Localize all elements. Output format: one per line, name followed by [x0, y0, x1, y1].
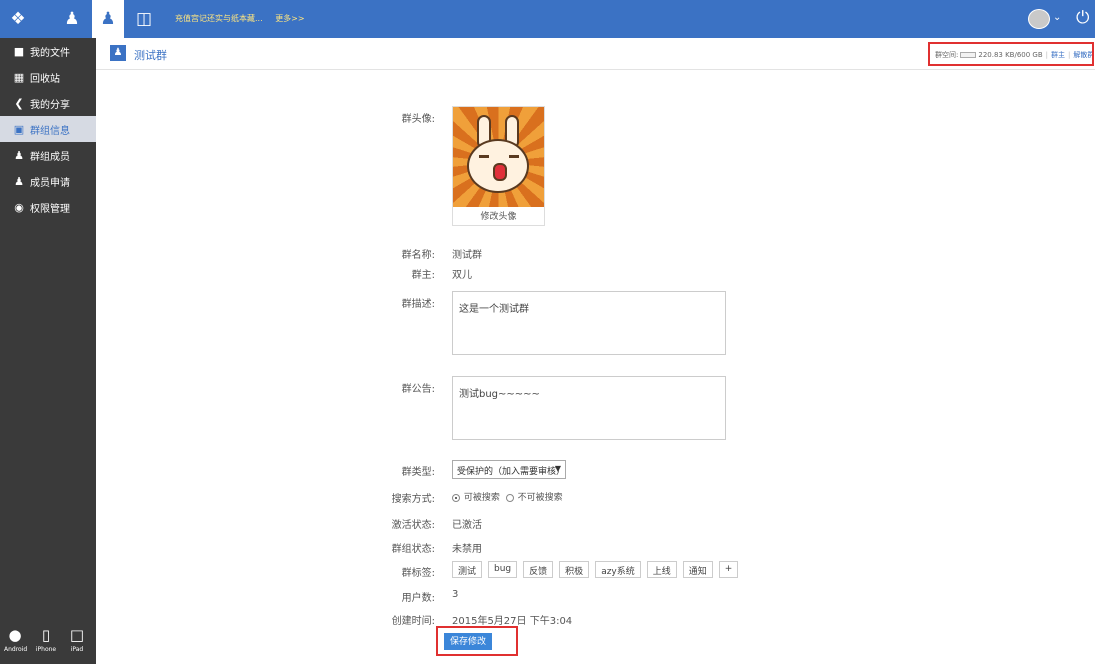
- sidebar-item-group-members[interactable]: ♟ 群组成员: [0, 142, 96, 168]
- created-time-label: 创建时间:: [391, 616, 435, 627]
- phone-icon: ▯: [41, 626, 51, 644]
- search-mode-radios: 可被搜索 不可被搜索: [452, 490, 563, 503]
- group-type-value: 受保护的（加入需要审核）: [457, 467, 566, 477]
- android-icon: ●: [8, 626, 22, 644]
- group-badge-icon: ♟: [110, 45, 126, 61]
- folder-icon: ■: [13, 44, 25, 58]
- activation-value: 已激活: [452, 520, 482, 531]
- tag-item[interactable]: azy系统: [595, 561, 641, 578]
- save-button[interactable]: 保存修改: [444, 633, 492, 650]
- space-usage-box: 群空间: 220.83 KB/600 GB | 群主 | 解散群: [928, 42, 1094, 66]
- tag-list: 测试 bug 反馈 积极 azy系统 上线 通知 +: [452, 561, 739, 578]
- dissolve-group-link[interactable]: 解散群: [1073, 51, 1092, 59]
- sidebar-item-permissions[interactable]: ◉ 权限管理: [0, 194, 96, 220]
- space-progress-bar: [960, 52, 977, 58]
- searchable-radio[interactable]: [452, 493, 460, 502]
- share-icon: ❮: [14, 96, 24, 110]
- device-downloads: ● Android ▯ iPhone □ iPad: [0, 620, 96, 664]
- search-mode-label: 搜索方式:: [391, 494, 435, 505]
- description-textarea[interactable]: 这是一个测试群: [452, 291, 726, 355]
- sidebar: ■ 我的文件 ▦ 回收站 ❮ 我的分享 ▣ 群组信息 ♟ 群组成员 ♟ 成员申请…: [0, 38, 96, 664]
- sidebar-item-recycle-bin[interactable]: ▦ 回收站: [0, 64, 96, 90]
- created-time-value: 2015年5月27日 下午3:04: [452, 616, 573, 627]
- sidebar-item-label: 权限管理: [30, 203, 70, 215]
- chevron-down-icon: ▼: [554, 464, 561, 473]
- sidebar-item-group-info[interactable]: ▣ 群组信息: [0, 116, 96, 142]
- save-highlight-box: 保存修改: [436, 626, 518, 656]
- group-avatar[interactable]: 修改头像: [452, 106, 545, 226]
- sidebar-item-label: 我的文件: [30, 47, 70, 59]
- sidebar-item-label: 回收站: [30, 73, 60, 85]
- tag-item[interactable]: 通知: [682, 561, 713, 578]
- not-searchable-radio[interactable]: [505, 493, 514, 502]
- tag-item[interactable]: bug: [488, 561, 518, 578]
- tag-item[interactable]: 测试: [452, 561, 483, 578]
- group-type-select[interactable]: 受保护的（加入需要审核） ▼: [452, 460, 566, 479]
- apply-icon: ♟: [14, 174, 24, 188]
- group-type-label: 群类型:: [401, 467, 435, 478]
- sidebar-item-label: 我的分享: [30, 99, 70, 111]
- iphone-download[interactable]: ▯ iPhone: [34, 626, 58, 653]
- tag-item[interactable]: 反馈: [523, 561, 554, 578]
- avatar-label: 群头像:: [401, 114, 435, 125]
- announcement-textarea[interactable]: 测试bug~~~~~: [452, 376, 726, 440]
- trash-icon: ▦: [13, 70, 25, 84]
- searchable-label[interactable]: 可被搜索: [464, 493, 500, 503]
- space-label: 群空间:: [935, 51, 959, 59]
- owner-value: 双儿: [452, 270, 472, 281]
- owner-label: 群主:: [411, 270, 435, 281]
- sidebar-item-my-shares[interactable]: ❮ 我的分享: [0, 90, 96, 116]
- page-title: 测试群: [134, 49, 167, 62]
- group-info-icon: ▣: [13, 122, 25, 136]
- user-count-label: 用户数:: [401, 593, 435, 604]
- ipad-download[interactable]: □ iPad: [66, 626, 88, 653]
- more-link[interactable]: 更多>>: [275, 14, 304, 23]
- lock-icon: ◉: [14, 200, 24, 214]
- chevron-down-icon[interactable]: ⌄: [1053, 12, 1061, 23]
- group-status-value: 未禁用: [452, 544, 482, 555]
- android-download[interactable]: ● Android: [4, 626, 27, 653]
- add-tag-button[interactable]: +: [718, 561, 739, 578]
- power-icon[interactable]: ⏻: [1076, 8, 1089, 28]
- top-bar: ❖ ♟ ♟ ◫ 充值宫记还实与纸本藏... 更多>> ⌄ ⏻: [0, 0, 1095, 38]
- owner-link[interactable]: 群主: [1051, 51, 1065, 59]
- group-name-value: 测试群: [452, 250, 482, 261]
- group-status-label: 群组状态:: [391, 544, 435, 555]
- notice-text[interactable]: 充值宫记还实与纸本藏...: [175, 14, 263, 23]
- activation-label: 激活状态:: [391, 520, 435, 531]
- top-notice[interactable]: 充值宫记还实与纸本藏... 更多>>: [175, 13, 305, 24]
- tag-item[interactable]: 上线: [646, 561, 677, 578]
- sidebar-item-label: 群组成员: [30, 151, 70, 163]
- tablet-icon: □: [69, 626, 85, 644]
- not-searchable-label[interactable]: 不可被搜索: [518, 493, 563, 503]
- sidebar-item-my-files[interactable]: ■ 我的文件: [0, 38, 96, 64]
- description-label: 群描述:: [401, 299, 435, 310]
- user-icon[interactable]: ♟: [56, 0, 88, 38]
- box-icon[interactable]: ◫: [128, 0, 160, 38]
- sidebar-item-member-apply[interactable]: ♟ 成员申请: [0, 168, 96, 194]
- tag-item[interactable]: 积极: [559, 561, 590, 578]
- group-header: ♟ 测试群 群空间: 220.83 KB/600 GB | 群主 | 解散群: [96, 38, 1095, 70]
- app-logo-icon[interactable]: ❖: [2, 0, 34, 38]
- change-avatar-button[interactable]: 修改头像: [453, 209, 544, 222]
- sidebar-item-label: 成员申请: [30, 177, 70, 189]
- group-name-label: 群名称:: [401, 250, 435, 261]
- space-value: 220.83 KB/600 GB: [978, 51, 1043, 59]
- tags-label: 群标签:: [401, 568, 435, 579]
- announcement-label: 群公告:: [401, 384, 435, 395]
- avatar[interactable]: [1028, 9, 1050, 29]
- user-count-value: 3: [452, 589, 459, 600]
- sidebar-item-label: 群组信息: [30, 125, 70, 137]
- group-icon[interactable]: ♟: [92, 0, 124, 38]
- members-icon: ♟: [14, 148, 24, 162]
- group-avatar-image: [453, 107, 544, 207]
